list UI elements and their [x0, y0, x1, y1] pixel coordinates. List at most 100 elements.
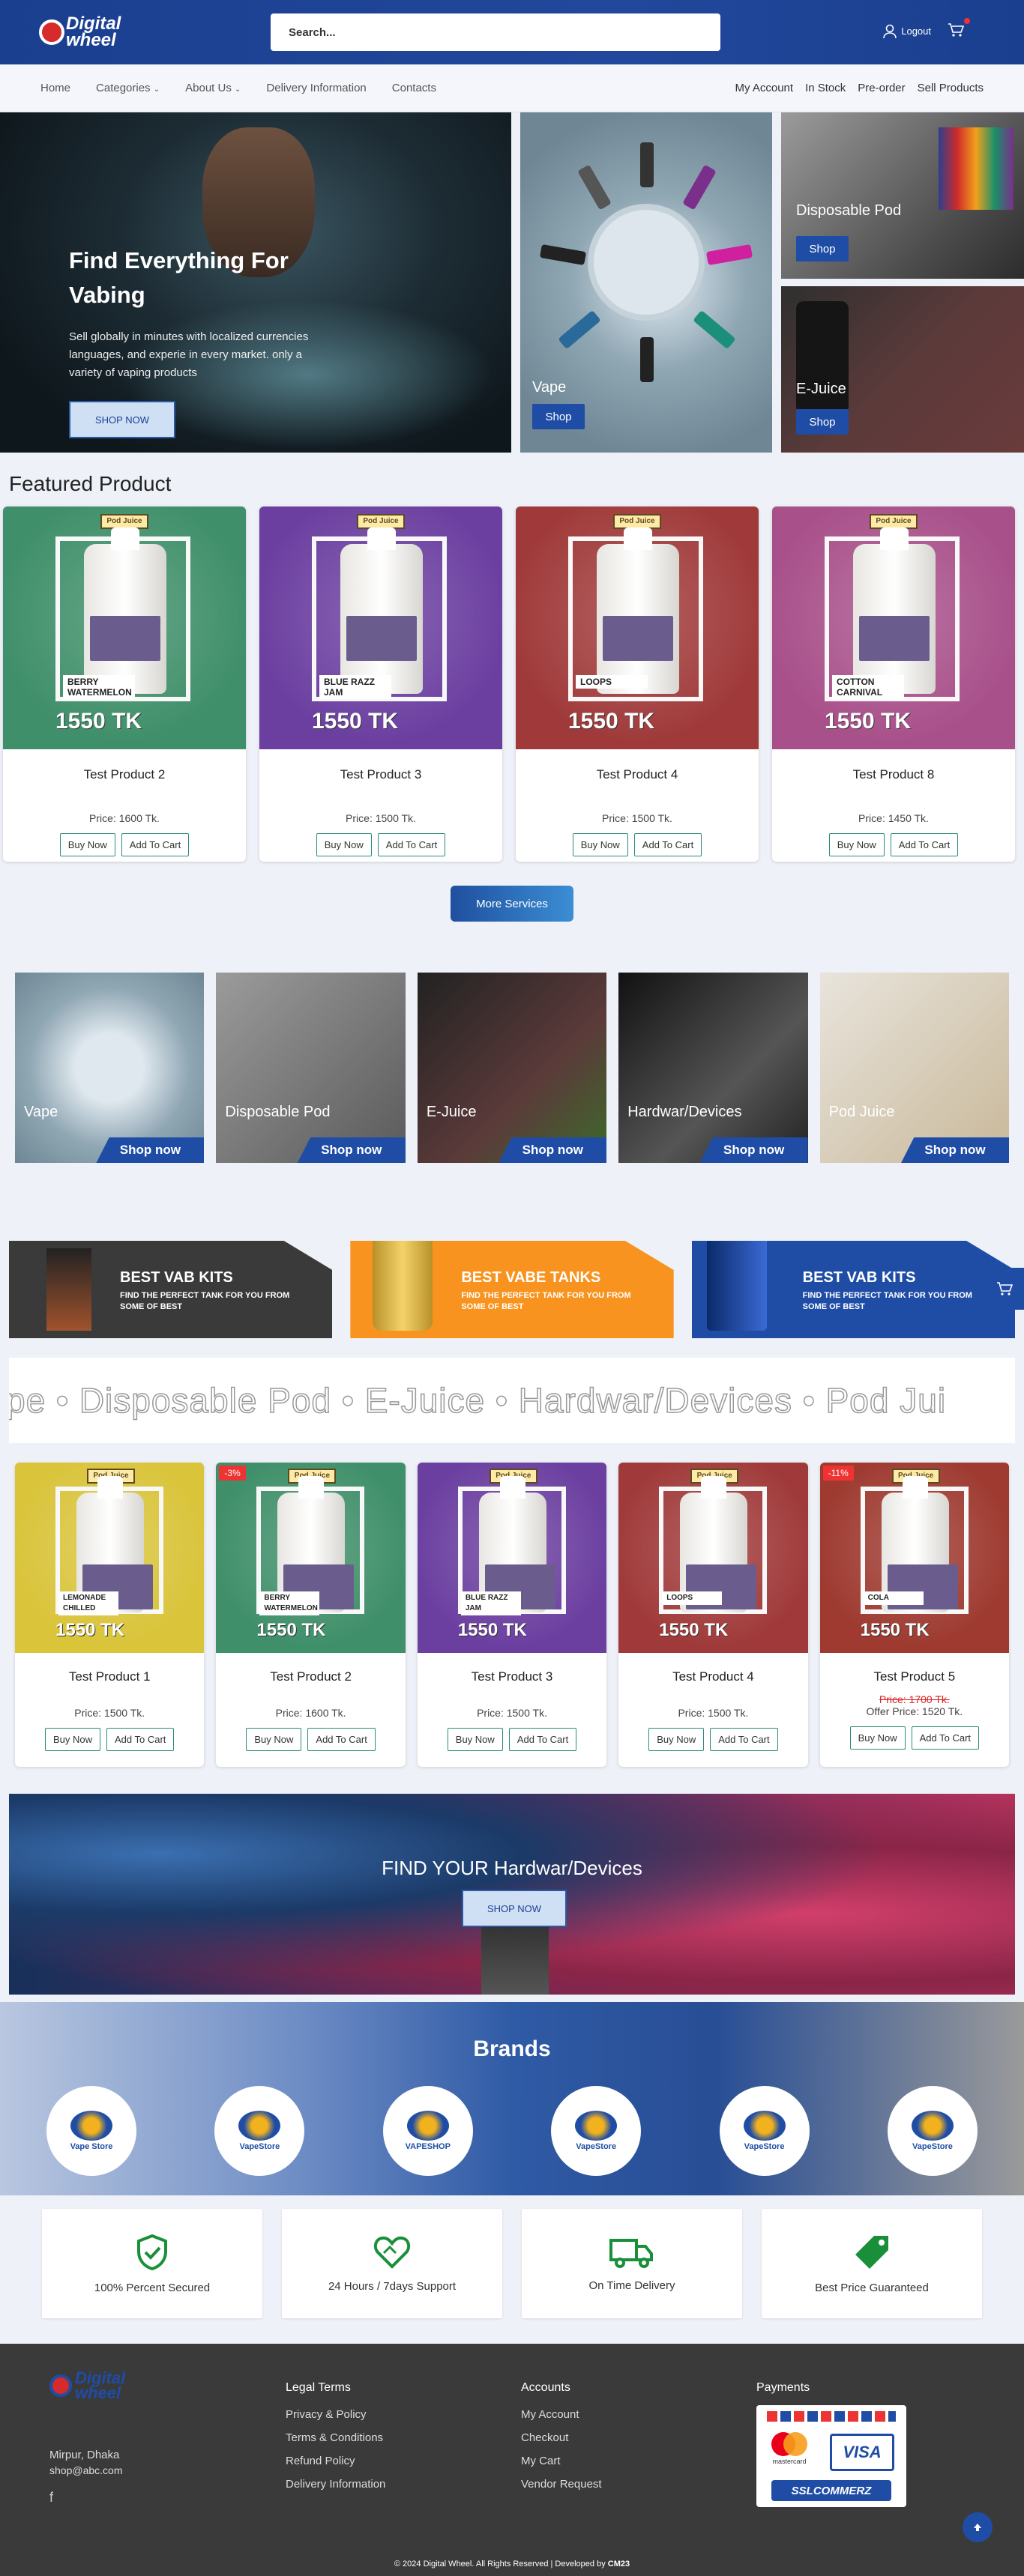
- developer-link[interactable]: CM23: [608, 2560, 630, 2569]
- category-vape[interactable]: Vape Shop now: [15, 973, 205, 1163]
- add-to-cart-button[interactable]: Add To Cart: [633, 833, 702, 856]
- product-card[interactable]: Pod JuiceBLUE RAZZ JAM1550 TK Test Produc…: [417, 1463, 607, 1767]
- add-to-cart-button[interactable]: Add To Cart: [106, 1728, 175, 1751]
- shop-now-button[interactable]: Shop now: [499, 1137, 607, 1163]
- product-name[interactable]: Test Product 2: [216, 1669, 405, 1684]
- buy-now-button[interactable]: Buy Now: [316, 833, 372, 856]
- more-services-button[interactable]: More Services: [451, 886, 573, 922]
- kit-banner-vab-kits[interactable]: BEST VAB KITS FIND THE PERFECT TANK FOR …: [9, 1241, 333, 1338]
- footer-link[interactable]: Terms & Conditions: [286, 2431, 385, 2444]
- product-card[interactable]: Pod JuiceLOOPS1550 TKTest Product 4Price…: [618, 1463, 808, 1767]
- footer-link[interactable]: My Cart: [521, 2455, 602, 2467]
- product-image[interactable]: Pod Juice-3%BERRY WATERMELON1550 TK: [216, 1463, 406, 1653]
- product-name[interactable]: Test Product 5: [820, 1669, 1009, 1684]
- footer-link[interactable]: Checkout: [521, 2431, 602, 2444]
- buy-now-button[interactable]: Buy Now: [59, 833, 115, 856]
- facebook-icon[interactable]: f: [49, 2490, 125, 2506]
- promo-shop-now-button[interactable]: SHOP NOW: [462, 1890, 567, 1927]
- product-image[interactable]: Pod JuiceLOOPS1550 TK: [618, 1463, 808, 1653]
- product-name[interactable]: Test Product 8: [772, 767, 1015, 782]
- footer-email[interactable]: shop@abc.com: [49, 2464, 125, 2476]
- product-name[interactable]: Test Product 3: [259, 767, 502, 782]
- product-card[interactable]: Pod Juice BERRY WATERMELON 1550 TK Test Pro…: [3, 507, 246, 862]
- brand-logo[interactable]: Vape Store: [46, 2086, 136, 2176]
- brand-logo[interactable]: VapeStore: [719, 2086, 810, 2176]
- hero-tile-disposable[interactable]: Disposable Pod Shop: [781, 112, 1024, 279]
- buy-now-button[interactable]: Buy Now: [828, 833, 885, 856]
- nav-about[interactable]: About Us ⌄: [185, 82, 241, 94]
- product-card[interactable]: Pod JuiceBLUE RAZZ JAM1550 TK Test Produc…: [259, 507, 502, 862]
- shop-now-button[interactable]: Shop now: [96, 1137, 205, 1163]
- product-name[interactable]: Test Product 3: [418, 1669, 606, 1684]
- shop-now-button[interactable]: Shop now: [901, 1137, 1010, 1163]
- product-image[interactable]: Pod Juice-11%COLA1550 TK: [819, 1463, 1010, 1653]
- category-disposable[interactable]: Disposable Pod Shop now: [216, 973, 406, 1163]
- nav-categories[interactable]: Categories ⌄: [96, 82, 160, 94]
- buy-now-button[interactable]: Buy Now: [44, 1728, 100, 1751]
- tile-shop-button-ejuice[interactable]: Shop: [796, 409, 849, 435]
- product-image[interactable]: Pod JuiceBLUE RAZZ JAM1550 TK: [259, 507, 502, 749]
- category-ejuice[interactable]: E-Juice Shop now: [417, 973, 607, 1163]
- buy-now-button[interactable]: Buy Now: [447, 1728, 503, 1751]
- buy-now-button[interactable]: Buy Now: [648, 1728, 705, 1751]
- add-to-cart-button[interactable]: Add To Cart: [890, 833, 959, 856]
- nav-in-stock[interactable]: In Stock: [805, 82, 846, 94]
- category-hardware[interactable]: Hardwar/Devices Shop now: [618, 973, 808, 1163]
- brand-logo[interactable]: VapeStore: [551, 2086, 642, 2176]
- footer-link[interactable]: Delivery Information: [286, 2478, 385, 2491]
- product-card[interactable]: Pod JuiceLOOPS1550 TKTest Product 4Price…: [516, 507, 759, 862]
- nav-contacts[interactable]: Contacts: [392, 82, 436, 94]
- product-name[interactable]: Test Product 4: [516, 767, 759, 782]
- footer-link[interactable]: Privacy & Policy: [286, 2408, 385, 2421]
- product-name[interactable]: Test Product 1: [15, 1669, 204, 1684]
- brand-logo[interactable]: VapeStore: [214, 2086, 305, 2176]
- add-to-cart-button[interactable]: Add To Cart: [377, 833, 446, 856]
- buy-now-button[interactable]: Buy Now: [572, 833, 628, 856]
- hero-tile-vape[interactable]: Vape Shop: [520, 112, 772, 453]
- logout-link[interactable]: Logout: [883, 24, 931, 39]
- product-image[interactable]: Pod JuiceLEMONADE CHILLED1550 TK: [15, 1463, 205, 1653]
- floating-cart-button[interactable]: [985, 1268, 1024, 1310]
- kit-banner-vab-kits-2[interactable]: BEST VAB KITS FIND THE PERFECT TANK FOR …: [691, 1241, 1015, 1338]
- product-image[interactable]: Pod Juice BERRY WATERMELON 1550 TK: [3, 507, 246, 749]
- search-input[interactable]: Search...: [271, 13, 720, 51]
- tile-shop-button-disposable[interactable]: Shop: [796, 236, 849, 261]
- product-image[interactable]: Pod JuiceLOOPS1550 TK: [516, 507, 759, 749]
- footer-link[interactable]: Vendor Request: [521, 2478, 602, 2491]
- tile-shop-button-vape[interactable]: Shop: [532, 404, 585, 429]
- category-pod-juice[interactable]: Pod Juice Shop now: [819, 973, 1010, 1163]
- add-to-cart-button[interactable]: Add To Cart: [307, 1728, 376, 1751]
- footer-link[interactable]: My Account: [521, 2408, 602, 2421]
- product-image[interactable]: Pod JuiceBLUE RAZZ JAM1550 TK: [417, 1463, 607, 1653]
- add-to-cart-button[interactable]: Add To Cart: [710, 1728, 778, 1751]
- product-card[interactable]: Pod JuiceLEMONADE CHILLED1550 TK Test Pro…: [15, 1463, 205, 1767]
- product-card[interactable]: Pod Juice-3%BERRY WATERMELON1550 TK Test …: [216, 1463, 406, 1767]
- shop-now-button[interactable]: Shop now: [297, 1137, 406, 1163]
- shop-now-button[interactable]: Shop now: [699, 1137, 808, 1163]
- product-card[interactable]: Pod Juice-11%COLA1550 TKTest Product 5Pr…: [819, 1463, 1010, 1767]
- nav-sell-products[interactable]: Sell Products: [918, 82, 984, 94]
- product-card[interactable]: Pod Juice COTTON CARNIVAL 1550 TK Test Prod…: [772, 507, 1015, 862]
- cart-button[interactable]: [948, 18, 970, 40]
- add-to-cart-button[interactable]: Add To Cart: [121, 833, 190, 856]
- brand-logo[interactable]: VAPESHOP: [382, 2086, 473, 2176]
- nav-my-account[interactable]: My Account: [735, 82, 794, 94]
- product-name[interactable]: Test Product 2: [3, 767, 246, 782]
- nav-delivery[interactable]: Delivery Information: [266, 82, 366, 94]
- hero-tile-ejuice[interactable]: E-Juice Shop: [781, 286, 1024, 453]
- add-to-cart-button[interactable]: Add To Cart: [508, 1728, 577, 1751]
- footer-logo[interactable]: Digital wheel: [49, 2370, 125, 2401]
- add-to-cart-button[interactable]: Add To Cart: [911, 1726, 980, 1750]
- nav-home[interactable]: Home: [40, 82, 70, 94]
- product-name[interactable]: Test Product 4: [618, 1669, 807, 1684]
- kit-banner-vabe-tanks[interactable]: BEST VABE TANKS FIND THE PERFECT TANK FO…: [350, 1241, 674, 1338]
- buy-now-button[interactable]: Buy Now: [849, 1726, 906, 1750]
- nav-pre-order[interactable]: Pre-order: [858, 82, 905, 94]
- buy-now-button[interactable]: Buy Now: [246, 1728, 302, 1751]
- scroll-to-top-button[interactable]: [963, 2512, 993, 2542]
- hero-shop-now-button[interactable]: SHOP NOW: [69, 401, 175, 438]
- product-image[interactable]: Pod Juice COTTON CARNIVAL 1550 TK: [772, 507, 1015, 749]
- brand-logo[interactable]: VapeStore: [887, 2086, 978, 2176]
- footer-link[interactable]: Refund Policy: [286, 2455, 385, 2467]
- site-logo[interactable]: Digital wheel: [39, 15, 121, 49]
